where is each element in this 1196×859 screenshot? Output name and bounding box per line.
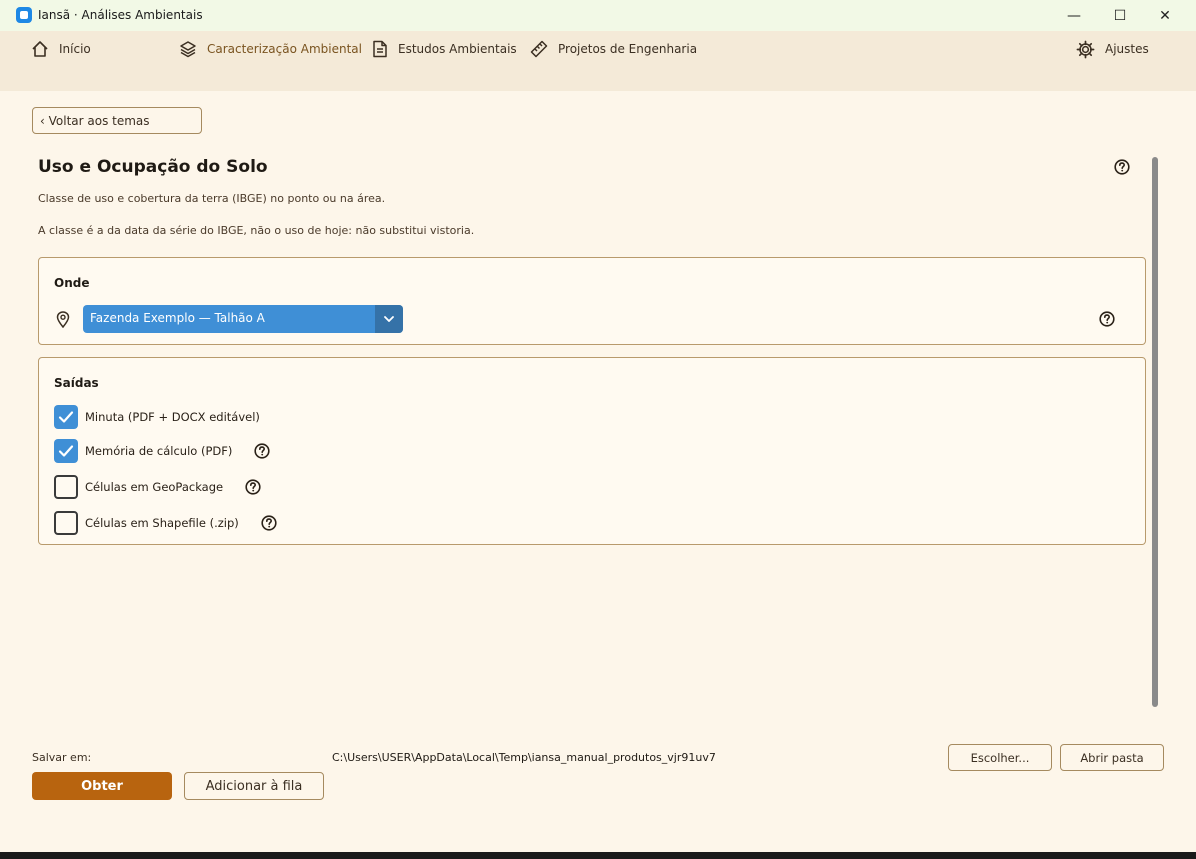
location-panel-title: Onde (54, 276, 90, 290)
checkbox-minuta[interactable] (54, 405, 78, 429)
window-title: Iansã · Análises Ambientais (38, 8, 203, 22)
outputs-panel: Saídas Minuta (PDF + DOCX editável) Memó… (38, 357, 1146, 545)
geopackage-help-icon[interactable] (245, 479, 261, 495)
gear-icon (1076, 40, 1095, 58)
output-option-geopackage[interactable]: Células em GeoPackage (54, 475, 261, 499)
checkbox-memoria[interactable] (54, 439, 78, 463)
document-icon (373, 40, 387, 58)
app-logo-icon (16, 7, 32, 23)
location-help-icon[interactable] (1099, 311, 1115, 327)
nav-projects[interactable]: Projetos de Engenharia (530, 39, 697, 59)
back-to-themes-button[interactable]: ‹ Voltar aos temas (32, 107, 202, 134)
map-pin-icon (56, 311, 70, 328)
location-panel: Onde Fazenda Exemplo — Talhão A (38, 257, 1146, 345)
nav-home-label: Início (59, 42, 91, 56)
nav-home[interactable]: Início (31, 39, 91, 59)
output-option-memoria[interactable]: Memória de cálculo (PDF) (54, 439, 270, 463)
page-description: Classe de uso e cobertura da terra (IBGE… (38, 192, 386, 205)
help-icon[interactable] (1114, 159, 1130, 175)
page-disclaimer: A classe é a da data da série do IBGE, n… (38, 224, 475, 237)
option-label: Células em Shapefile (.zip) (85, 516, 239, 530)
minimize-button[interactable]: — (1051, 0, 1097, 31)
obtain-button[interactable]: Obter (32, 772, 172, 800)
page-title: Uso e Ocupação do Solo (38, 157, 268, 177)
nav-settings[interactable]: Ajustes (1076, 39, 1149, 59)
output-option-minuta[interactable]: Minuta (PDF + DOCX editável) (54, 405, 260, 429)
shapefile-help-icon[interactable] (261, 515, 277, 531)
location-select[interactable]: Fazenda Exemplo — Talhão A (83, 305, 403, 333)
outputs-panel-title: Saídas (54, 376, 99, 390)
checkbox-shapefile[interactable] (54, 511, 78, 535)
checkmark-icon (58, 411, 74, 423)
option-label: Memória de cálculo (PDF) (85, 444, 233, 458)
nav-characterization[interactable]: Caracterização Ambiental (179, 39, 362, 59)
title-bar: Iansã · Análises Ambientais — ☐ ✕ (0, 0, 1196, 31)
checkmark-icon (58, 445, 74, 457)
vertical-scrollbar[interactable] (1152, 157, 1158, 707)
checkbox-geopackage[interactable] (54, 475, 78, 499)
top-navigation: Início Caracterização Ambiental Estudos … (0, 31, 1196, 91)
save-path: C:\Users\USER\AppData\Local\Temp\iansa_m… (332, 751, 716, 764)
ruler-icon (530, 40, 548, 58)
output-option-shapefile[interactable]: Células em Shapefile (.zip) (54, 511, 277, 535)
open-folder-button[interactable]: Abrir pasta (1060, 744, 1164, 771)
memoria-help-icon[interactable] (254, 443, 270, 459)
option-label: Células em GeoPackage (85, 480, 224, 494)
chevron-down-icon[interactable] (375, 305, 403, 333)
add-to-queue-button[interactable]: Adicionar à fila (184, 772, 324, 800)
nav-settings-label: Ajustes (1105, 42, 1149, 56)
option-label: Minuta (PDF + DOCX editável) (85, 410, 260, 424)
location-select-value: Fazenda Exemplo — Talhão A (90, 311, 265, 325)
save-location-label: Salvar em: (32, 751, 92, 764)
choose-folder-button[interactable]: Escolher... (948, 744, 1052, 771)
app-window: Iansã · Análises Ambientais — ☐ ✕ Início… (0, 0, 1196, 852)
nav-studies[interactable]: Estudos Ambientais (372, 39, 517, 59)
home-icon (32, 41, 48, 57)
nav-characterization-label: Caracterização Ambiental (207, 42, 362, 56)
nav-studies-label: Estudos Ambientais (398, 42, 517, 56)
close-button[interactable]: ✕ (1142, 0, 1188, 31)
maximize-button[interactable]: ☐ (1097, 0, 1143, 31)
nav-projects-label: Projetos de Engenharia (558, 42, 698, 56)
layers-icon (180, 41, 196, 58)
